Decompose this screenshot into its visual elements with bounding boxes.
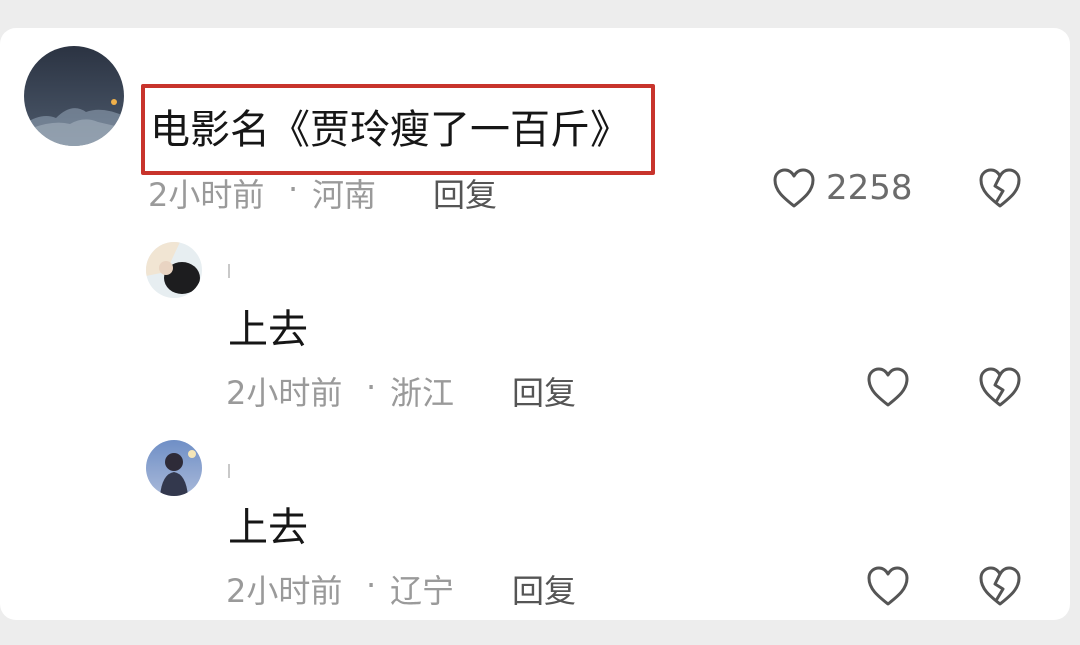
reply-username-mark: [228, 264, 230, 278]
reply-button[interactable]: 回复: [433, 170, 497, 216]
reply-location: 辽宁: [390, 572, 455, 610]
meta-separator: ·: [366, 368, 377, 406]
broken-heart-icon[interactable]: [978, 565, 1022, 607]
reply-location: 浙江: [390, 374, 455, 412]
broken-heart-icon[interactable]: [978, 167, 1022, 209]
reply-avatar[interactable]: [146, 440, 202, 496]
reply-username-mark: [228, 464, 230, 478]
heart-outline-icon[interactable]: [772, 167, 816, 209]
commenter-avatar[interactable]: [24, 46, 124, 146]
reply-text: 上去: [228, 307, 308, 353]
reply-button[interactable]: 回复: [512, 368, 576, 414]
reply-text: 上去: [228, 505, 308, 551]
comment-time: 2小时前: [148, 176, 265, 214]
reply-time: 2小时前: [226, 572, 343, 610]
meta-separator: ·: [288, 170, 299, 208]
comment-location: 河南: [312, 176, 377, 214]
heart-outline-icon[interactable]: [866, 565, 910, 607]
like-count: 2258: [826, 168, 913, 208]
heart-outline-icon[interactable]: [866, 366, 910, 408]
meta-separator: ·: [366, 566, 377, 604]
reply-avatar[interactable]: [146, 242, 202, 298]
reply-button[interactable]: 回复: [512, 566, 576, 612]
broken-heart-icon[interactable]: [978, 366, 1022, 408]
reply-time: 2小时前: [226, 374, 343, 412]
highlight-box: [141, 84, 655, 175]
